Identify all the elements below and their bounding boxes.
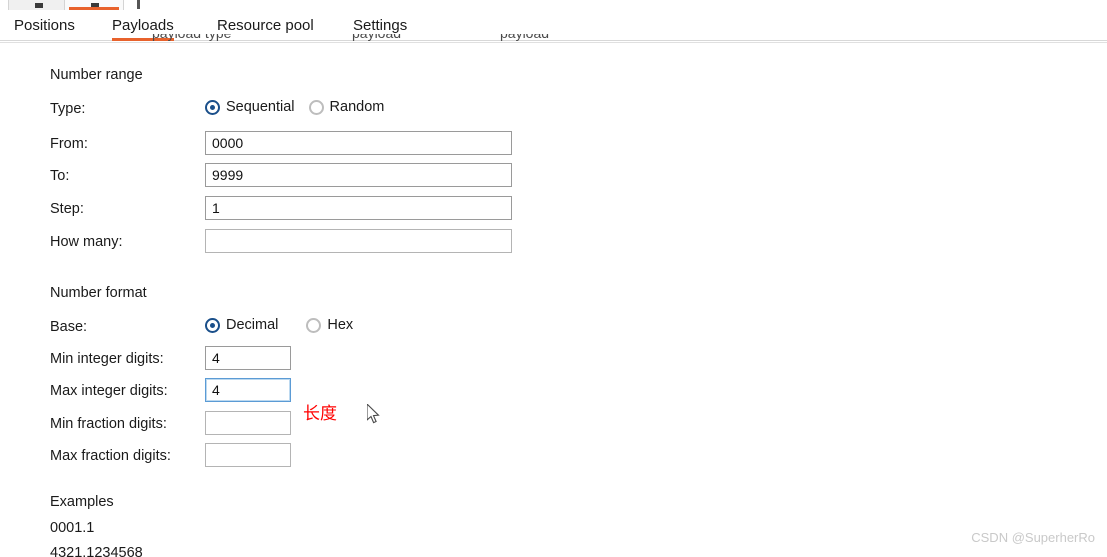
radio-decimal-label: Decimal xyxy=(226,317,279,333)
tab-payloads[interactable]: Payloads xyxy=(112,12,174,41)
to-label: To: xyxy=(50,168,70,184)
number-format-heading: Number format xyxy=(50,285,147,301)
to-input[interactable] xyxy=(205,163,512,187)
radio-hex[interactable]: Hex xyxy=(306,317,353,333)
intruder-payloads-panel: Positions Payloads Resource pool Setting… xyxy=(0,0,1107,557)
max-integer-digits-label: Max integer digits: xyxy=(50,383,168,399)
min-fraction-digits-label: Min fraction digits: xyxy=(50,416,167,432)
tab-positions[interactable]: Positions xyxy=(14,12,75,41)
main-tab-bar: Positions Payloads Resource pool Setting… xyxy=(0,12,1107,41)
annotation-length-note: 长度 xyxy=(303,404,337,424)
how-many-label: How many: xyxy=(50,234,123,250)
radio-selected-icon xyxy=(205,317,220,333)
radio-random[interactable]: Random xyxy=(308,99,385,115)
min-integer-digits-label: Min integer digits: xyxy=(50,351,164,367)
how-many-input[interactable] xyxy=(205,229,512,253)
max-integer-digits-input[interactable] xyxy=(205,378,291,402)
radio-selected-icon xyxy=(205,99,220,115)
radio-decimal[interactable]: Decimal xyxy=(205,317,278,333)
attack-tab-strip xyxy=(0,0,1107,12)
attack-tab-1[interactable] xyxy=(8,0,68,10)
tab-glyph-icon xyxy=(91,3,99,8)
radio-unselected-icon xyxy=(308,99,324,115)
examples-heading: Examples xyxy=(50,494,114,510)
min-integer-digits-input[interactable] xyxy=(205,346,291,370)
tab-settings[interactable]: Settings xyxy=(353,12,407,41)
type-radio-group: Sequential Random xyxy=(205,99,398,115)
from-label: From: xyxy=(50,136,88,152)
examples-section: Examples 0001.1 4321.1234568 xyxy=(0,494,1107,557)
attack-tab-2-active[interactable] xyxy=(64,0,124,10)
radio-unselected-icon xyxy=(306,317,322,333)
number-range-heading: Number range xyxy=(50,67,143,83)
min-fraction-digits-input[interactable] xyxy=(205,411,291,435)
step-input[interactable] xyxy=(205,196,512,220)
tab-overflow-icon[interactable] xyxy=(137,0,140,9)
section-divider xyxy=(0,42,1107,43)
radio-random-label: Random xyxy=(329,99,385,115)
radio-sequential[interactable]: Sequential xyxy=(205,99,295,115)
example-value-2: 4321.1234568 xyxy=(50,545,143,557)
example-value-1: 0001.1 xyxy=(50,520,95,536)
max-fraction-digits-label: Max fraction digits: xyxy=(50,448,171,464)
csdn-watermark: CSDN @SuperherRo xyxy=(971,530,1095,545)
radio-hex-label: Hex xyxy=(327,317,354,333)
payload-options-content: Number range Type: Sequential Random Fro… xyxy=(0,44,1107,557)
tab-resource-pool[interactable]: Resource pool xyxy=(217,12,314,41)
max-fraction-digits-input[interactable] xyxy=(205,443,291,467)
from-input[interactable] xyxy=(205,131,512,155)
base-label: Base: xyxy=(50,319,88,335)
radio-sequential-label: Sequential xyxy=(226,99,295,115)
tab-glyph-icon xyxy=(35,3,43,8)
type-label: Type: xyxy=(50,101,86,117)
base-radio-group: Decimal Hex xyxy=(205,317,367,333)
step-label: Step: xyxy=(50,201,84,217)
